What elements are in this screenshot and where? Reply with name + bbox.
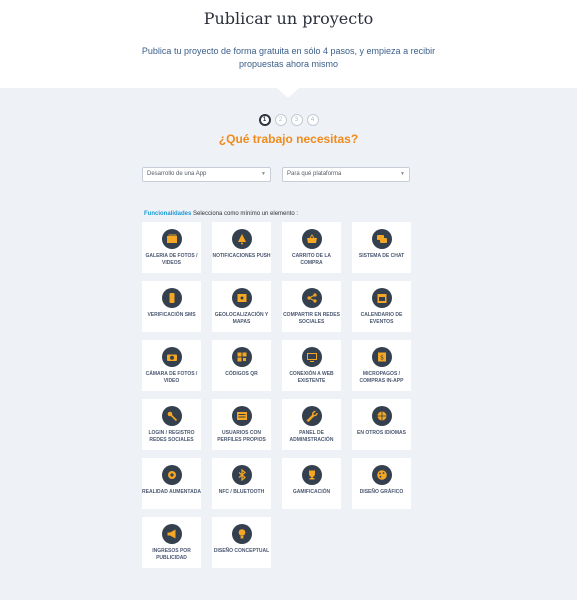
feature-tile[interactable]: NFC / BLUETOOTH <box>212 458 271 509</box>
platform-select[interactable]: Para qué plataforma ▼ <box>282 167 410 182</box>
bluetooth-icon <box>231 465 252 485</box>
feature-tile-label: MICROPAGOS / COMPRAS IN-APP <box>359 371 404 384</box>
feature-tile-label: COMPARTIR EN REDES SOCIALES <box>283 312 340 325</box>
feature-tile[interactable]: INGRESOS POR PUBLICIDAD <box>142 517 201 568</box>
feature-tile-label: GALERIA DE FOTOS / VIDEOS <box>145 253 198 266</box>
svg-text:$: $ <box>380 355 384 362</box>
feature-tile-label: VERIFICACIÓN SMS <box>147 312 196 318</box>
map-icon <box>231 288 252 308</box>
feature-tile[interactable]: PANEL DE ADMINISTRACIÓN <box>282 399 341 450</box>
feature-tile[interactable]: CALENDARIO DE EVENTOS <box>352 281 411 332</box>
feature-tile[interactable]: VERIFICACIÓN SMS <box>142 281 201 332</box>
feature-tile-label: INGRESOS POR PUBLICIDAD <box>152 548 191 561</box>
feature-tile-label: USUARIOS CON PERFILES PROPIOS <box>217 430 266 443</box>
notification-icon <box>231 229 252 249</box>
page-subtitle: Publica tu proyecto de forma gratuita en… <box>141 46 436 69</box>
feature-tile[interactable]: $ MICROPAGOS / COMPRAS IN-APP <box>352 340 411 391</box>
shopping-basket-icon <box>301 229 322 249</box>
feature-tile[interactable]: GAMIFICACIÓN <box>282 458 341 509</box>
feature-tile[interactable]: CÁMARA DE FOTOS / VIDEO <box>142 340 201 391</box>
features-grid: GALERIA DE FOTOS / VIDEOS NOTIFICACIONES … <box>142 222 411 568</box>
platform-select-value: Para qué plataforma <box>287 171 342 177</box>
feature-tile-label: REALIDAD AUMENTADA <box>142 489 201 495</box>
feature-tile-label: PANEL DE ADMINISTRACIÓN <box>289 430 334 443</box>
features-label-highlight: Funcionalidades <box>144 211 192 217</box>
chat-icon <box>371 229 392 249</box>
feature-tile[interactable]: GEOLOCALIZACIÓN Y MAPAS <box>212 281 271 332</box>
feature-tile[interactable]: USUARIOS CON PERFILES PROPIOS <box>212 399 271 450</box>
qr-code-icon <box>231 347 252 367</box>
feature-tile[interactable]: CONEXIÓN A WEB EXISTENTE <box>282 340 341 391</box>
feature-tile-label: CONEXIÓN A WEB EXISTENTE <box>289 371 334 384</box>
feature-tile[interactable]: GALERIA DE FOTOS / VIDEOS <box>142 222 201 273</box>
header-notch <box>270 82 306 98</box>
feature-tile-label: CÓDIGOS QR <box>225 371 258 377</box>
feature-tile-label: DISEÑO CONCEPTUAL <box>213 548 270 554</box>
feature-tile-label: GAMIFICACIÓN <box>292 489 331 495</box>
feature-tile-label: CARRITO DE LA COMPRA <box>291 253 332 266</box>
wrench-icon <box>301 406 322 426</box>
camera-icon <box>161 347 182 367</box>
step-3: 3 <box>290 114 303 126</box>
feature-tile-label: CALENDARIO DE EVENTOS <box>360 312 403 325</box>
feature-tile[interactable]: DISEÑO CONCEPTUAL <box>212 517 271 568</box>
web-connection-icon <box>301 347 322 367</box>
feature-tile-label: EN OTROS IDIOMAS <box>357 430 406 436</box>
user-profile-icon <box>231 406 252 426</box>
app-type-select[interactable]: Desarrollo de una App ▼ <box>142 167 271 182</box>
payment-icon: $ <box>371 347 392 367</box>
phone-icon <box>161 288 182 308</box>
features-label-text: Selecciona como mínimo un elemento : <box>191 211 299 217</box>
advertising-icon <box>161 524 182 544</box>
calendar-icon <box>371 288 392 308</box>
share-icon <box>301 288 322 308</box>
step-1: 1 <box>258 114 271 126</box>
key-icon <box>161 406 182 426</box>
globe-icon <box>371 406 392 426</box>
app-type-select-value: Desarrollo de una App <box>147 171 207 177</box>
feature-tile[interactable]: SISTEMA DE CHAT <box>352 222 411 273</box>
feature-tile[interactable]: REALIDAD AUMENTADA <box>142 458 201 509</box>
features-label: Funcionalidades Selecciona como mínimo u… <box>144 211 298 217</box>
page-header: Publicar un proyecto Publica tu proyecto… <box>0 0 577 88</box>
feature-tile[interactable]: COMPARTIR EN REDES SOCIALES <box>282 281 341 332</box>
augmented-reality-icon <box>161 465 182 485</box>
feature-tile[interactable]: LOGIN / REGISTRO REDES SOCIALES <box>142 399 201 450</box>
feature-tile[interactable]: DISEÑO GRÁFICO <box>352 458 411 509</box>
step-2: 2 <box>274 114 287 126</box>
page-title: Publicar un proyecto <box>203 9 374 28</box>
feature-tile-label: LOGIN / REGISTRO REDES SOCIALES <box>148 430 195 443</box>
feature-tile[interactable]: EN OTROS IDIOMAS <box>352 399 411 450</box>
feature-tile[interactable]: NOTIFICACIONES PUSH <box>212 222 271 273</box>
palette-icon <box>371 465 392 485</box>
feature-tile-label: DISEÑO GRÁFICO <box>359 489 404 495</box>
step-4: 4 <box>306 114 319 126</box>
feature-tile-label: SISTEMA DE CHAT <box>358 253 405 259</box>
feature-tile-label: NOTIFICACIONES PUSH <box>212 253 271 259</box>
chevron-down-icon: ▼ <box>261 171 266 177</box>
step-question: ¿Qué trabajo necesitas? <box>218 132 359 146</box>
photo-gallery-icon <box>161 229 182 249</box>
feature-tile-label: NFC / BLUETOOTH <box>218 489 265 495</box>
feature-tile[interactable]: CARRITO DE LA COMPRA <box>282 222 341 273</box>
step-indicator: 1234 <box>0 114 577 126</box>
feature-tile-label: CÁMARA DE FOTOS / VIDEO <box>145 371 198 384</box>
chevron-down-icon: ▼ <box>400 171 405 177</box>
lightbulb-icon <box>231 524 252 544</box>
trophy-icon <box>301 465 322 485</box>
feature-tile-label: GEOLOCALIZACIÓN Y MAPAS <box>214 312 269 325</box>
feature-tile[interactable]: CÓDIGOS QR <box>212 340 271 391</box>
